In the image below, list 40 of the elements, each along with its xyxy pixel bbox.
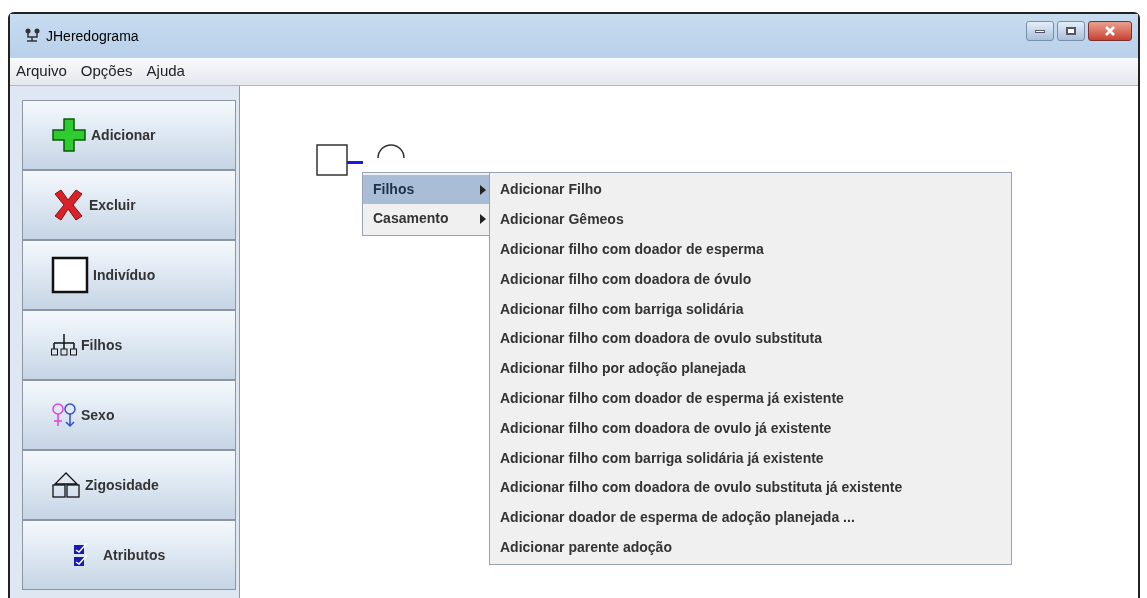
submenu-item[interactable]: Adicionar filho com doadora de ovulo já existente (490, 413, 1011, 444)
minimize-button[interactable] (1026, 21, 1054, 41)
submenu-item[interactable]: Adicionar filho por adoção planejada (490, 353, 1011, 384)
submenu-item[interactable]: Adicionar parente adoção (490, 532, 1011, 563)
submenu-item[interactable]: Adicionar filho com doadora de ovulo substituta (490, 324, 1011, 354)
toolbar-button[interactable]: Atributos (22, 520, 236, 590)
checkbox-icon (73, 542, 89, 568)
toolbar-button[interactable]: Excluir (22, 170, 236, 240)
plus-icon (51, 117, 87, 153)
context-menu-item[interactable]: Casamento (363, 204, 489, 233)
submenu-item[interactable]: Adicionar Gêmeos (490, 204, 1011, 235)
square-icon (51, 256, 89, 294)
submenu-arrow-icon (480, 213, 486, 224)
submenu-item[interactable]: Adicionar filho com barriga solidária (490, 294, 1011, 324)
close-icon (1104, 26, 1116, 36)
toolbar-button[interactable]: Sexo (22, 380, 236, 450)
menu-item[interactable]: Opções (80, 60, 133, 83)
window-title: JHeredograma (46, 26, 139, 46)
toolbar-button[interactable]: Indivíduo (22, 240, 236, 310)
submenu-arrow-icon (480, 184, 486, 195)
submenu-item[interactable]: Adicionar doador de esperma de adoção planejada ... (490, 502, 1011, 533)
toolbar-button[interactable]: Adicionar (22, 100, 236, 170)
menu-item[interactable]: Arquivo (16, 60, 67, 83)
menu-item[interactable]: Ajuda (146, 60, 185, 83)
submenu-item[interactable]: Adicionar filho com doadora de óvulo (490, 264, 1011, 295)
context-menu-item[interactable]: Filhos (363, 175, 489, 204)
close-button[interactable] (1088, 21, 1132, 41)
individual-square (316, 144, 348, 176)
app-icon (24, 27, 42, 45)
hierarchy-icon (51, 333, 77, 357)
submenu-item[interactable]: Adicionar filho com doador de esperma já existente (490, 383, 1011, 414)
toolbar-button[interactable]: Zigosidade (22, 450, 236, 520)
maximize-button[interactable] (1057, 21, 1085, 41)
twins-icon (51, 472, 81, 498)
submenu-item[interactable]: Adicionar filho com doadora de ovulo substituta já existente (490, 472, 1011, 503)
gender-symbols-icon (51, 402, 77, 428)
submenu-item[interactable]: Adicionar Filho (490, 175, 1011, 205)
submenu-item[interactable]: Adicionar filho com doador de esperma (490, 234, 1011, 265)
toolbar-button[interactable]: Filhos (22, 310, 236, 380)
submenu-item[interactable]: Adicionar filho com barriga solidária já existente (490, 443, 1011, 473)
